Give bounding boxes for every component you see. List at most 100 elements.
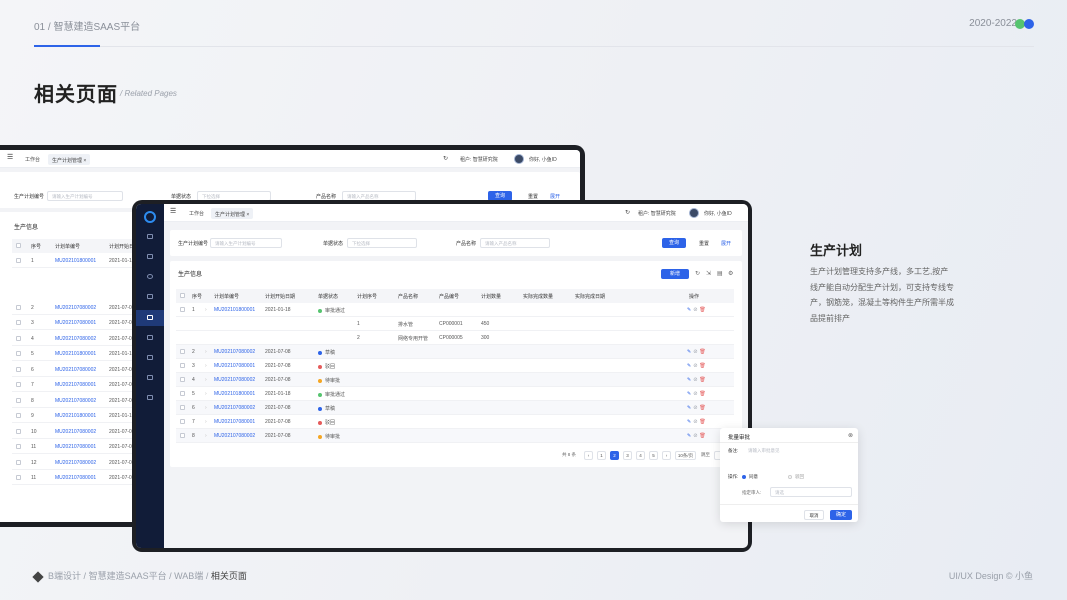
- row-checkbox[interactable]: [16, 351, 21, 356]
- user-menu[interactable]: 你好, 小鱼ID: [704, 210, 732, 217]
- table-row[interactable]: 8 › MU202107080002 2021-07-08 待审批 ✎⊘🗑: [176, 429, 734, 443]
- row-checkbox[interactable]: [16, 382, 21, 387]
- expand-icon[interactable]: ›: [205, 349, 207, 355]
- radio-reject[interactable]: 驳回: [788, 474, 804, 480]
- page-2[interactable]: 2: [610, 451, 619, 460]
- row-code-link[interactable]: MU202107080002: [214, 405, 255, 411]
- table-row[interactable]: 11 MU202107080001 2021-07-08: [12, 440, 135, 454]
- row-checkbox[interactable]: [180, 363, 185, 368]
- remark-textarea[interactable]: 请输入审批意见: [744, 446, 852, 464]
- nav-setting-icon[interactable]: [147, 395, 153, 400]
- table-row[interactable]: 12 MU202107080002 2021-07-08: [12, 456, 135, 470]
- row-code-link[interactable]: MU202101800001: [214, 307, 255, 313]
- page-5[interactable]: 5: [649, 451, 658, 460]
- avatar[interactable]: [689, 208, 699, 218]
- row-checkbox[interactable]: [16, 444, 21, 449]
- table-row[interactable]: 7 › MU202107080001 2021-07-08 驳回 ✎⊘🗑: [176, 415, 734, 429]
- row-actions[interactable]: ✎⊘🗑: [687, 363, 708, 369]
- row-checkbox[interactable]: [16, 304, 21, 310]
- refresh-icon[interactable]: ↻: [443, 155, 448, 162]
- nav-home-icon[interactable]: [147, 234, 153, 239]
- table-row[interactable]: 4 MU202107080002 2021-07-08: [12, 332, 135, 346]
- reset-button[interactable]: 重置: [699, 240, 709, 247]
- row-code-link[interactable]: MU202107080002: [214, 377, 255, 383]
- row-checkbox[interactable]: [180, 419, 185, 424]
- menu-icon[interactable]: ☰: [7, 153, 13, 161]
- refresh-icon[interactable]: ↻: [625, 209, 630, 216]
- nav-plan-icon[interactable]: [147, 315, 153, 320]
- new-button[interactable]: 新增: [661, 269, 689, 279]
- filter-code-input[interactable]: 请输入生产计划编号: [47, 191, 123, 201]
- tenant-select[interactable]: 租户: 智慧研究院: [638, 210, 676, 217]
- nav-clock-icon[interactable]: [147, 274, 153, 279]
- table-row[interactable]: 3 MU202107080001 2021-07-08: [12, 316, 135, 330]
- row-checkbox[interactable]: [16, 397, 21, 403]
- radio-pass[interactable]: 同意: [742, 474, 758, 480]
- filter-product-input[interactable]: 请输入产品名称: [480, 238, 550, 248]
- row-code-link[interactable]: MU202107080001: [214, 363, 255, 369]
- row-checkbox[interactable]: [16, 258, 21, 263]
- expand-icon[interactable]: ›: [205, 405, 207, 411]
- next-approver-select[interactable]: 请选: [770, 487, 852, 497]
- table-row[interactable]: 6 MU202107080002 2021-07-08: [12, 363, 135, 377]
- expand-icon[interactable]: ›: [205, 363, 207, 369]
- row-code-link[interactable]: MU202107080002: [214, 349, 255, 355]
- reset-button[interactable]: 重置: [528, 193, 538, 200]
- expand-button[interactable]: 展开: [550, 193, 560, 200]
- tab-home[interactable]: 工作台: [25, 156, 40, 163]
- page-3[interactable]: 3: [623, 451, 632, 460]
- row-actions[interactable]: ✎⊘🗑: [687, 405, 708, 411]
- row-checkbox[interactable]: [16, 320, 21, 325]
- row-checkbox[interactable]: [180, 433, 185, 438]
- table-row[interactable]: 10 MU202107080002 2021-07-08: [12, 425, 135, 439]
- nav-box-icon[interactable]: [147, 335, 153, 340]
- table-row[interactable]: 8 MU202107080002 2021-07-08: [12, 394, 135, 408]
- export-icon[interactable]: ⇲: [706, 270, 711, 277]
- row-checkbox[interactable]: [16, 413, 21, 418]
- refresh-icon[interactable]: ↻: [695, 270, 700, 277]
- row-code-link[interactable]: MU202101800001: [55, 258, 96, 264]
- query-button[interactable]: 查询: [662, 238, 686, 248]
- row-checkbox[interactable]: [180, 349, 185, 354]
- tab-plan[interactable]: 生产计划管理 ×: [211, 208, 254, 219]
- row-actions[interactable]: ✎⊘🗑: [687, 349, 708, 355]
- row-checkbox[interactable]: [180, 307, 185, 312]
- row-code-link[interactable]: MU202101800001: [55, 351, 96, 357]
- row-checkbox[interactable]: [180, 405, 185, 410]
- table-row[interactable]: 7 MU202107080001 2021-07-08: [12, 378, 135, 392]
- tab-home[interactable]: 工作台: [189, 210, 204, 217]
- row-actions[interactable]: ✎⊘🗑: [687, 419, 708, 425]
- row-code-link[interactable]: MU202107080001: [55, 382, 96, 388]
- table-row[interactable]: 5 MU202101800001 2021-01-18: [12, 347, 135, 361]
- table-row[interactable]: 11 MU202107080001 2021-07-08: [12, 471, 135, 485]
- row-code-link[interactable]: MU202107080002: [214, 433, 255, 439]
- nav-doc-icon[interactable]: [147, 294, 153, 299]
- row-actions[interactable]: ✎⊘🗑: [687, 377, 708, 383]
- row-code-link[interactable]: MU202107080002: [55, 460, 96, 466]
- row-code-link[interactable]: MU202107080001: [55, 475, 96, 481]
- table-row[interactable]: 4 › MU202107080002 2021-07-08 待审批 ✎⊘🗑: [176, 373, 734, 387]
- row-code-link[interactable]: MU202107080002: [55, 367, 96, 373]
- user-menu[interactable]: 你好, 小鱼ID: [529, 156, 557, 163]
- nav-data-icon[interactable]: [147, 375, 153, 380]
- row-checkbox[interactable]: [16, 475, 21, 480]
- table-row[interactable]: 5 › MU202101800001 2021-01-18 审批通过 ✎⊘🗑: [176, 387, 734, 401]
- row-code-link[interactable]: MU202107080002: [55, 429, 96, 435]
- table-row[interactable]: 1 › MU202101800001 2021-01-18 审批通过 ✎⊘🗑: [176, 303, 734, 317]
- row-actions[interactable]: ✎⊘🗑: [687, 307, 708, 313]
- table-row[interactable]: 6 › MU202107080002 2021-07-08 草稿 ✎⊘🗑: [176, 401, 734, 415]
- expand-icon[interactable]: ›: [205, 419, 207, 425]
- select-all-checkbox[interactable]: [180, 293, 185, 298]
- row-code-link[interactable]: MU202107080002: [55, 336, 96, 342]
- table-row[interactable]: 9 MU202101800001 2021-01-18: [12, 409, 135, 423]
- confirm-button[interactable]: 确定: [830, 510, 852, 520]
- next-page-button[interactable]: ›: [662, 451, 671, 460]
- row-actions[interactable]: ✎⊘🗑: [687, 433, 708, 439]
- row-checkbox[interactable]: [180, 391, 185, 396]
- tenant-select[interactable]: 租户: 智慧研究院: [460, 156, 498, 163]
- expand-icon[interactable]: ›: [205, 377, 207, 383]
- expand-button[interactable]: 展开: [721, 240, 731, 247]
- table-row[interactable]: 2 › MU202107080002 2021-07-08 草稿 ✎⊘🗑: [176, 345, 734, 359]
- table-row[interactable]: 3 › MU202107080001 2021-07-08 驳回 ✎⊘🗑: [176, 359, 734, 373]
- prev-page-button[interactable]: ‹: [584, 451, 593, 460]
